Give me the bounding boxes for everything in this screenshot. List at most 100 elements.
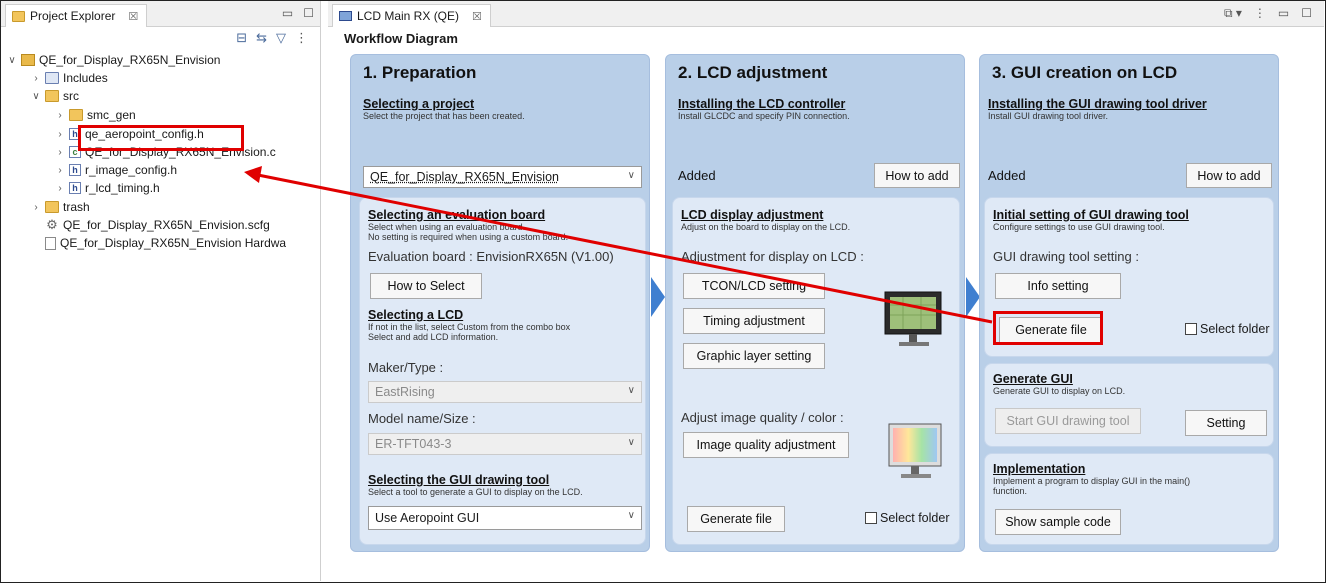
tree-item-scfg[interactable]: ⚙ QE_for_Display_RX65N_Envision.scfg [45, 216, 270, 234]
tree-item-smc-gen[interactable]: › smc_gen [55, 106, 135, 124]
workflow-title: Workflow Diagram [344, 31, 458, 46]
added-status: Added [988, 168, 1026, 183]
chevron-right-icon[interactable]: › [55, 110, 65, 121]
section-heading: Initial setting of GUI drawing tool [993, 208, 1189, 222]
section-desc: Select when using an evaluation board. [368, 222, 526, 232]
gui-setting-label: GUI drawing tool setting : [993, 249, 1139, 264]
tree-item-hardware[interactable]: QE_for_Display_RX65N_Envision Hardwa [45, 234, 286, 252]
header-file-icon: h [69, 182, 81, 194]
section-desc: No setting is required when using a cust… [368, 232, 569, 242]
tree-item-image-config[interactable]: › h r_image_config.h [55, 161, 177, 179]
minimize-icon[interactable]: ▭ [282, 6, 293, 20]
tab-project-explorer[interactable]: Project Explorer ☒ [5, 4, 148, 27]
checkbox-label: Select folder [1200, 322, 1270, 336]
column-title: 1. Preparation [363, 63, 477, 82]
how-to-add-button[interactable]: How to add [1186, 163, 1272, 188]
view-menu-icon[interactable]: ⋮ [1254, 6, 1266, 21]
model-name-select[interactable]: ER-TFT043-3 ∨ [368, 433, 642, 455]
highlight-box-generate-file [993, 311, 1103, 345]
window-controls: ▭ ☐ [282, 6, 314, 20]
gear-icon: ⚙ [46, 217, 58, 232]
tree-label: r_image_config.h [85, 163, 178, 177]
collapse-all-icon[interactable]: ⊟ [236, 30, 247, 46]
chevron-right-icon[interactable]: › [55, 129, 65, 140]
section-heading: Selecting a project [363, 97, 475, 111]
model-name-value: ER-TFT043-3 [375, 437, 452, 451]
tree-label: src [63, 89, 79, 103]
column-gui-creation: 3. GUI creation on LCD Installing the GU… [979, 54, 1279, 552]
section-desc: Generate GUI to display on LCD. [993, 386, 1126, 396]
tree-label: trash [63, 200, 90, 214]
image-quality-label: Adjust image quality / color : [681, 410, 844, 425]
graphic-layer-setting-button[interactable]: Graphic layer setting [683, 343, 825, 369]
folder-icon [69, 109, 83, 121]
select-folder-checkbox[interactable]: Select folder [1185, 322, 1269, 336]
maker-type-value: EastRising [375, 385, 435, 399]
chevron-down-icon: ∨ [627, 170, 635, 181]
maximize-icon[interactable]: ☐ [1301, 6, 1312, 21]
tree-item-src[interactable]: ∨ src [31, 87, 79, 105]
model-name-label: Model name/Size : [368, 411, 476, 426]
gui-tool-value: Use Aeropoint GUI [375, 511, 480, 525]
how-to-add-button[interactable]: How to add [874, 163, 960, 188]
checkbox-label: Select folder [880, 511, 950, 525]
section-lcd-controller: Installing the LCD controller Install GL… [678, 97, 850, 121]
tree-item-trash[interactable]: › trash [31, 198, 90, 216]
chevron-right-icon[interactable]: › [31, 73, 41, 84]
tree-label: Includes [63, 71, 108, 85]
tree-item-project[interactable]: ∨ QE_for_Display_RX65N_Envision [7, 51, 220, 69]
checkbox-icon[interactable] [1185, 323, 1197, 335]
view-menu-icon[interactable]: ⋮ [295, 30, 308, 46]
generate-file-button[interactable]: Generate file [687, 506, 785, 532]
image-quality-adjustment-button[interactable]: Image quality adjustment [683, 432, 849, 458]
section-desc: Select and add LCD information. [368, 332, 499, 342]
tcon-lcd-setting-button[interactable]: TCON/LCD setting [683, 273, 825, 299]
how-to-select-button[interactable]: How to Select [370, 273, 482, 299]
chevron-right-icon[interactable]: › [55, 183, 65, 194]
chevron-right-icon[interactable]: › [55, 165, 65, 176]
section-heading: Implementation [993, 462, 1086, 476]
section-desc: Install GUI drawing tool driver. [988, 111, 1109, 121]
implementation-panel: Implementation Implement a program to di… [984, 453, 1274, 545]
run-menu-icon[interactable]: ⧉ ▾ [1224, 6, 1242, 21]
generate-gui-panel: Generate GUI Generate GUI to display on … [984, 363, 1274, 447]
tab-label: LCD Main RX (QE) [357, 9, 460, 23]
chevron-down-icon[interactable]: ∨ [7, 55, 17, 66]
close-icon[interactable]: ☒ [472, 10, 482, 23]
setting-button[interactable]: Setting [1185, 410, 1267, 436]
column-preparation: 1. Preparation Selecting a project Selec… [350, 54, 650, 552]
section-desc: Adjust on the board to display on the LC… [681, 222, 851, 232]
chevron-down-icon[interactable]: ∨ [31, 91, 41, 102]
timing-adjustment-button[interactable]: Timing adjustment [683, 308, 825, 334]
section-desc: Select a tool to generate a GUI to displ… [368, 487, 583, 497]
section-lcd-display-adjustment: LCD display adjustment Adjust on the boa… [681, 208, 850, 232]
arrow-right-icon [966, 277, 980, 317]
gui-tool-select[interactable]: Use Aeropoint GUI ∨ [368, 506, 642, 530]
show-sample-code-button[interactable]: Show sample code [995, 509, 1121, 535]
select-folder-checkbox[interactable]: Select folder [865, 511, 949, 525]
tree-item-includes[interactable]: › Includes [31, 69, 108, 87]
start-gui-tool-button[interactable]: Start GUI drawing tool [995, 408, 1141, 434]
info-setting-button[interactable]: Info setting [995, 273, 1121, 299]
chevron-right-icon[interactable]: › [55, 147, 65, 158]
tab-lcd-main[interactable]: LCD Main RX (QE) ☒ [332, 4, 491, 27]
minimize-icon[interactable]: ▭ [1278, 6, 1289, 21]
section-evaluation-board: Selecting an evaluation board Select whe… [368, 208, 568, 242]
color-monitor-icon [888, 423, 942, 478]
column-title: 3. GUI creation on LCD [992, 63, 1178, 82]
checkbox-icon[interactable] [865, 512, 877, 524]
chevron-right-icon[interactable]: › [31, 202, 41, 213]
maker-type-select[interactable]: EastRising ∨ [368, 381, 642, 403]
section-selecting-lcd: Selecting a LCD If not in the list, sele… [368, 308, 570, 342]
section-implementation: Implementation Implement a program to di… [993, 462, 1190, 496]
maximize-icon[interactable]: ☐ [303, 6, 314, 20]
project-explorer-icon [12, 10, 25, 22]
editor-panel: LCD Main RX (QE) ☒ ⧉ ▾ ⋮ ▭ ☐ Workflow Di… [328, 1, 1324, 581]
editor-tabbar: LCD Main RX (QE) ☒ ⧉ ▾ ⋮ ▭ ☐ [328, 1, 1324, 27]
project-select[interactable]: QE_for_Display_RX65N_Envision ∨ [363, 166, 642, 188]
tree-item-lcd-timing[interactable]: › h r_lcd_timing.h [55, 179, 159, 197]
link-editor-icon[interactable]: ⇆ [256, 30, 267, 46]
close-icon[interactable]: ☒ [128, 10, 138, 23]
filter-icon[interactable]: ▽ [276, 30, 286, 46]
section-desc: Select the project that has been created… [363, 111, 525, 121]
